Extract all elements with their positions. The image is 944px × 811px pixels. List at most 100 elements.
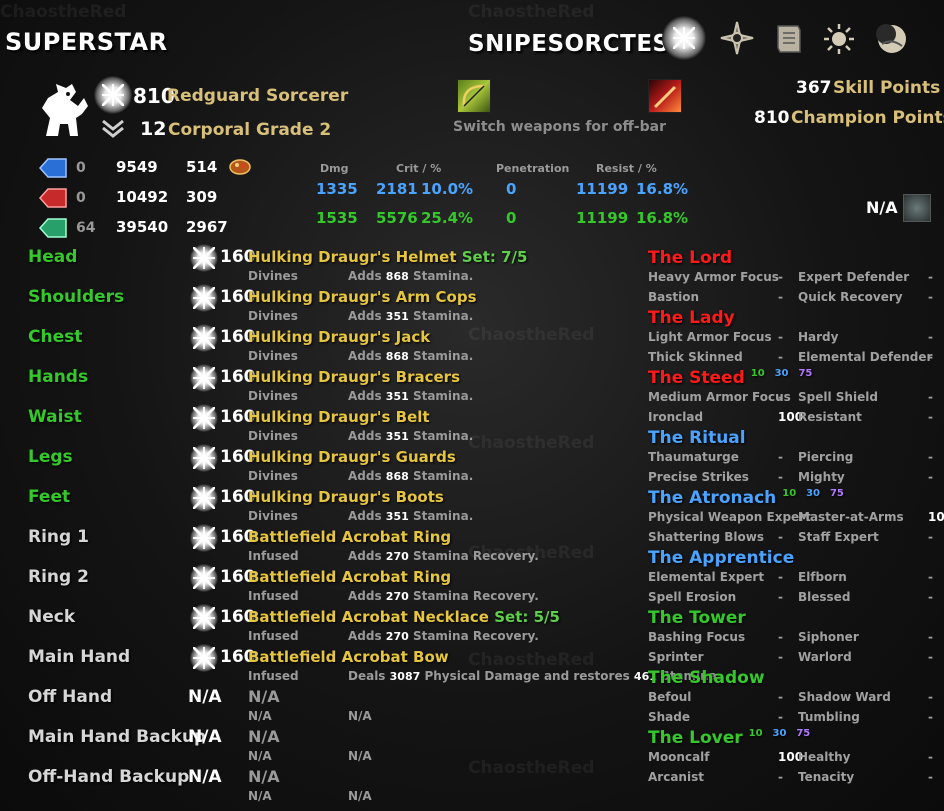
equip-slot-label: Ring 2	[28, 567, 89, 587]
star-value: -	[778, 390, 783, 404]
item-trait: Infused	[248, 549, 299, 563]
equip-slot-label: Waist	[28, 407, 82, 427]
star-name: Thick Skinned	[648, 350, 743, 364]
item-name[interactable]: Battlefield Acrobat Necklace Set: 5/5	[248, 608, 560, 626]
star-name: Elfborn	[798, 570, 847, 584]
constellation-name: The Steed	[648, 368, 745, 388]
watermark: ChaostheRed	[468, 325, 595, 345]
item-name[interactable]: Hulking Draugr's Jack	[248, 328, 430, 346]
item-enchant: Adds 351 Stamina.	[348, 389, 473, 403]
enchant-text: Stamina.	[412, 349, 474, 363]
star-name: Physical Weapon Expert	[648, 510, 811, 524]
resource-value: 514	[186, 158, 218, 176]
watermark: ChaostheRed	[468, 433, 595, 453]
star-value: -	[928, 750, 933, 764]
champion-star-icon	[190, 524, 218, 552]
rank-title: Corporal Grade 2	[168, 120, 332, 140]
stat-value: 25.4%	[421, 209, 474, 227]
item-trait: Divines	[248, 509, 298, 523]
sun-icon[interactable]	[822, 22, 856, 56]
item-name[interactable]: Battlefield Acrobat Bow	[248, 648, 449, 666]
stat-value: 2181	[376, 180, 418, 198]
star-value: -	[778, 590, 783, 604]
item-name[interactable]: Battlefield Acrobat Ring	[248, 528, 451, 546]
champion-star-icon	[190, 444, 218, 472]
item-name-text: Hulking Draugr's Bracers	[248, 368, 460, 386]
scroll-icon[interactable]	[772, 22, 806, 56]
equip-slot-label: Off-Hand Backup	[28, 767, 190, 787]
item-name-text: Hulking Draugr's Boots	[248, 488, 444, 506]
enchant-text: Stamina Recovery.	[412, 589, 539, 603]
champion-star-icon[interactable]	[662, 16, 706, 60]
magicka-bar-icon	[38, 158, 67, 178]
moon-icon[interactable]	[874, 22, 910, 56]
enchant-verb: Adds	[348, 549, 382, 563]
item-name[interactable]: Hulking Draugr's Arm Cops	[248, 288, 477, 306]
enchant-value: 270	[385, 630, 409, 643]
enchant-verb: Adds	[348, 389, 382, 403]
item-enchant: Adds 868 Stamina.	[348, 469, 473, 483]
item-name[interactable]: Hulking Draugr's Boots	[248, 488, 444, 506]
enchant-verb: Adds	[348, 269, 382, 283]
champion-star-icon	[190, 324, 218, 352]
equip-slot-label: Shoulders	[28, 287, 125, 307]
champion-star-icon	[190, 404, 218, 432]
equip-slot-label: Hands	[28, 367, 89, 387]
item-name[interactable]: Hulking Draugr's Belt	[248, 408, 430, 426]
item-trait: Infused	[248, 629, 299, 643]
star-name: Warlord	[798, 650, 852, 664]
enchant-verb: Adds	[348, 589, 382, 603]
enchant-text: Stamina.	[412, 509, 474, 523]
star-name: Mighty	[798, 470, 845, 484]
item-name[interactable]: Hulking Draugr's Bracers	[248, 368, 460, 386]
star-name: Spell Erosion	[648, 590, 737, 604]
item-enchant: Adds 351 Stamina.	[348, 429, 473, 443]
star-name: Shadow Ward	[798, 690, 891, 704]
stat-value: 1535	[316, 209, 358, 227]
item-name[interactable]: Battlefield Acrobat Ring	[248, 568, 451, 586]
item-name[interactable]: Hulking Draugr's Helmet Set: 7/5	[248, 248, 527, 266]
rank-number: 12	[140, 118, 167, 140]
constellation-name: The Apprentice	[648, 548, 795, 568]
tier-badge: 10	[750, 368, 765, 379]
constellation-title: The Ritual	[648, 428, 746, 448]
equip-slot-label: Head	[28, 247, 78, 267]
star-value: -	[928, 470, 933, 484]
star-name: Piercing	[798, 450, 854, 464]
resource-value: 10492	[116, 188, 169, 206]
stat-value: 11199	[576, 209, 629, 227]
tier-badge: 75	[829, 488, 844, 499]
star-value: -	[928, 450, 933, 464]
item-enchant: Adds 270 Stamina Recovery.	[348, 589, 539, 603]
champion-star-icon	[190, 484, 218, 512]
skills-compass-icon[interactable]	[718, 19, 756, 57]
item-set-count: Set: 7/5	[461, 248, 528, 266]
champion-star-icon	[190, 644, 218, 672]
bow-weapon-icon[interactable]	[457, 79, 491, 113]
enchant-text: Stamina Recovery.	[412, 549, 539, 563]
mundus-label: N/A	[866, 198, 898, 217]
item-name[interactable]: Hulking Draugr's Guards	[248, 448, 456, 466]
champion-points-label: Champion Points	[791, 108, 944, 128]
enchant-text: Stamina.	[412, 469, 474, 483]
item-name-text: Hulking Draugr's Arm Cops	[248, 288, 477, 306]
star-value: -	[928, 570, 933, 584]
item-enchant: N/A	[348, 749, 372, 763]
switch-weapons-hint: Switch weapons for off-bar	[453, 119, 666, 135]
enchant-text: Stamina.	[412, 389, 474, 403]
star-value: -	[778, 350, 783, 364]
constellation-name: The Lord	[648, 248, 733, 268]
equip-slot-label: Feet	[28, 487, 71, 507]
enchant-value: 351	[385, 390, 409, 403]
constellation-title: The Lord	[648, 248, 732, 268]
fire-staff-icon[interactable]	[648, 79, 682, 113]
star-value: -	[778, 630, 783, 644]
star-value: -	[928, 270, 933, 284]
enchant-verb: Adds	[348, 509, 382, 523]
star-name: Elemental Expert	[648, 570, 765, 584]
tier-badge: 75	[798, 368, 813, 379]
resource-value: 309	[186, 188, 218, 206]
equip-slot-label: Main Hand Backup	[28, 727, 207, 747]
enchant-text: Stamina.	[412, 429, 474, 443]
alliance-lion-icon	[42, 84, 88, 136]
